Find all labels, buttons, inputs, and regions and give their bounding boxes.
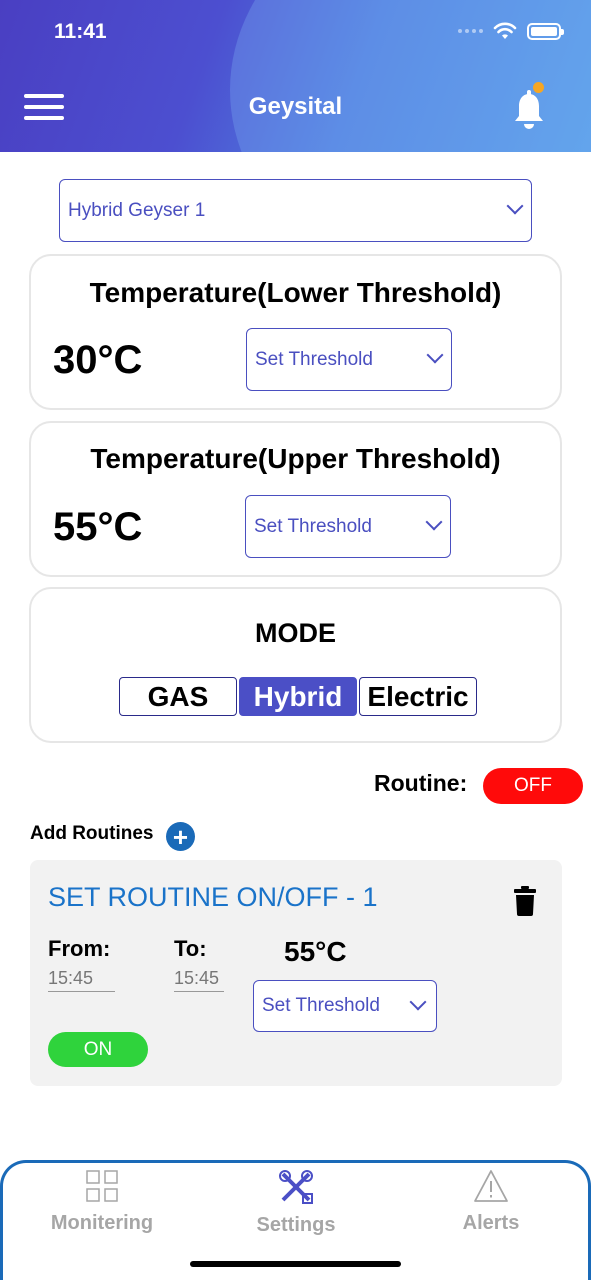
lower-threshold-select[interactable]: Set Threshold — [246, 328, 452, 391]
to-time-input[interactable]: 15:45 — [174, 968, 224, 992]
tab-monitering[interactable]: Monitering — [32, 1169, 172, 1235]
wifi-icon — [493, 22, 517, 39]
home-indicator — [190, 1261, 401, 1267]
battery-icon — [527, 22, 564, 40]
routine-threshold-select-label: Set Threshold — [262, 995, 380, 1016]
mode-card: MODE GAS Hybrid Electric — [29, 587, 562, 743]
tools-icon — [279, 1170, 313, 1204]
upper-threshold-card: Temperature(Upper Threshold) 55°C Set Th… — [29, 421, 562, 577]
page-title: Geysital — [248, 93, 343, 120]
status-time: 11:41 — [54, 20, 107, 43]
routine-threshold-select[interactable]: Set Threshold — [253, 980, 437, 1032]
chevron-down-icon — [425, 513, 443, 531]
trash-icon[interactable] — [514, 886, 536, 916]
lower-threshold-title: Temperature(Lower Threshold) — [89, 277, 502, 308]
bell-icon[interactable] — [512, 88, 546, 132]
upper-threshold-title: Temperature(Upper Threshold) — [90, 443, 501, 474]
device-select-value: Hybrid Geyser 1 — [68, 199, 206, 221]
to-label: To: — [174, 936, 207, 961]
routine-toggle[interactable]: OFF — [483, 768, 583, 804]
tab-monitering-label: Monitering — [50, 1212, 154, 1234]
status-icons — [458, 22, 564, 40]
upper-threshold-value: 55°C — [53, 505, 143, 549]
mode-electric-button[interactable]: Electric — [359, 677, 477, 716]
mode-title: MODE — [255, 618, 336, 648]
mode-segmented-control: GAS Hybrid Electric — [119, 677, 477, 716]
routine-label: Routine: — [374, 770, 468, 796]
mode-hybrid-button[interactable]: Hybrid — [239, 677, 357, 716]
signal-icon — [458, 29, 483, 33]
device-select[interactable]: Hybrid Geyser 1 — [59, 179, 532, 242]
lower-threshold-card: Temperature(Lower Threshold) 30°C Set Th… — [29, 254, 562, 410]
from-label: From: — [48, 936, 111, 961]
upper-threshold-select[interactable]: Set Threshold — [245, 495, 451, 558]
add-routines-label: Add Routines — [30, 823, 154, 844]
routine-temperature: 55°C — [284, 936, 347, 967]
mode-gas-button[interactable]: GAS — [119, 677, 237, 716]
app-header: 11:41 Geysital — [0, 0, 591, 152]
chevron-down-icon — [506, 197, 524, 215]
routine-card: SET ROUTINE ON/OFF - 1 From: To: 15:45 1… — [30, 860, 562, 1086]
tab-settings-label: Settings — [256, 1214, 336, 1236]
lower-threshold-value: 30°C — [53, 338, 143, 382]
tab-alerts[interactable]: Alerts — [421, 1169, 561, 1235]
notification-badge — [533, 82, 544, 93]
lower-threshold-select-label: Set Threshold — [255, 348, 373, 370]
tab-alerts-label: Alerts — [462, 1212, 520, 1234]
warning-icon — [474, 1170, 508, 1202]
grid-icon — [86, 1170, 118, 1202]
add-routine-button[interactable]: + — [166, 822, 195, 851]
routine-card-title: SET ROUTINE ON/OFF - 1 — [48, 882, 378, 912]
tab-settings[interactable]: Settings — [226, 1169, 366, 1237]
upper-threshold-select-label: Set Threshold — [254, 515, 372, 537]
from-time-input[interactable]: 15:45 — [48, 968, 115, 992]
chevron-down-icon — [426, 346, 444, 364]
chevron-down-icon — [409, 993, 427, 1011]
routine-on-toggle[interactable]: ON — [48, 1032, 148, 1067]
